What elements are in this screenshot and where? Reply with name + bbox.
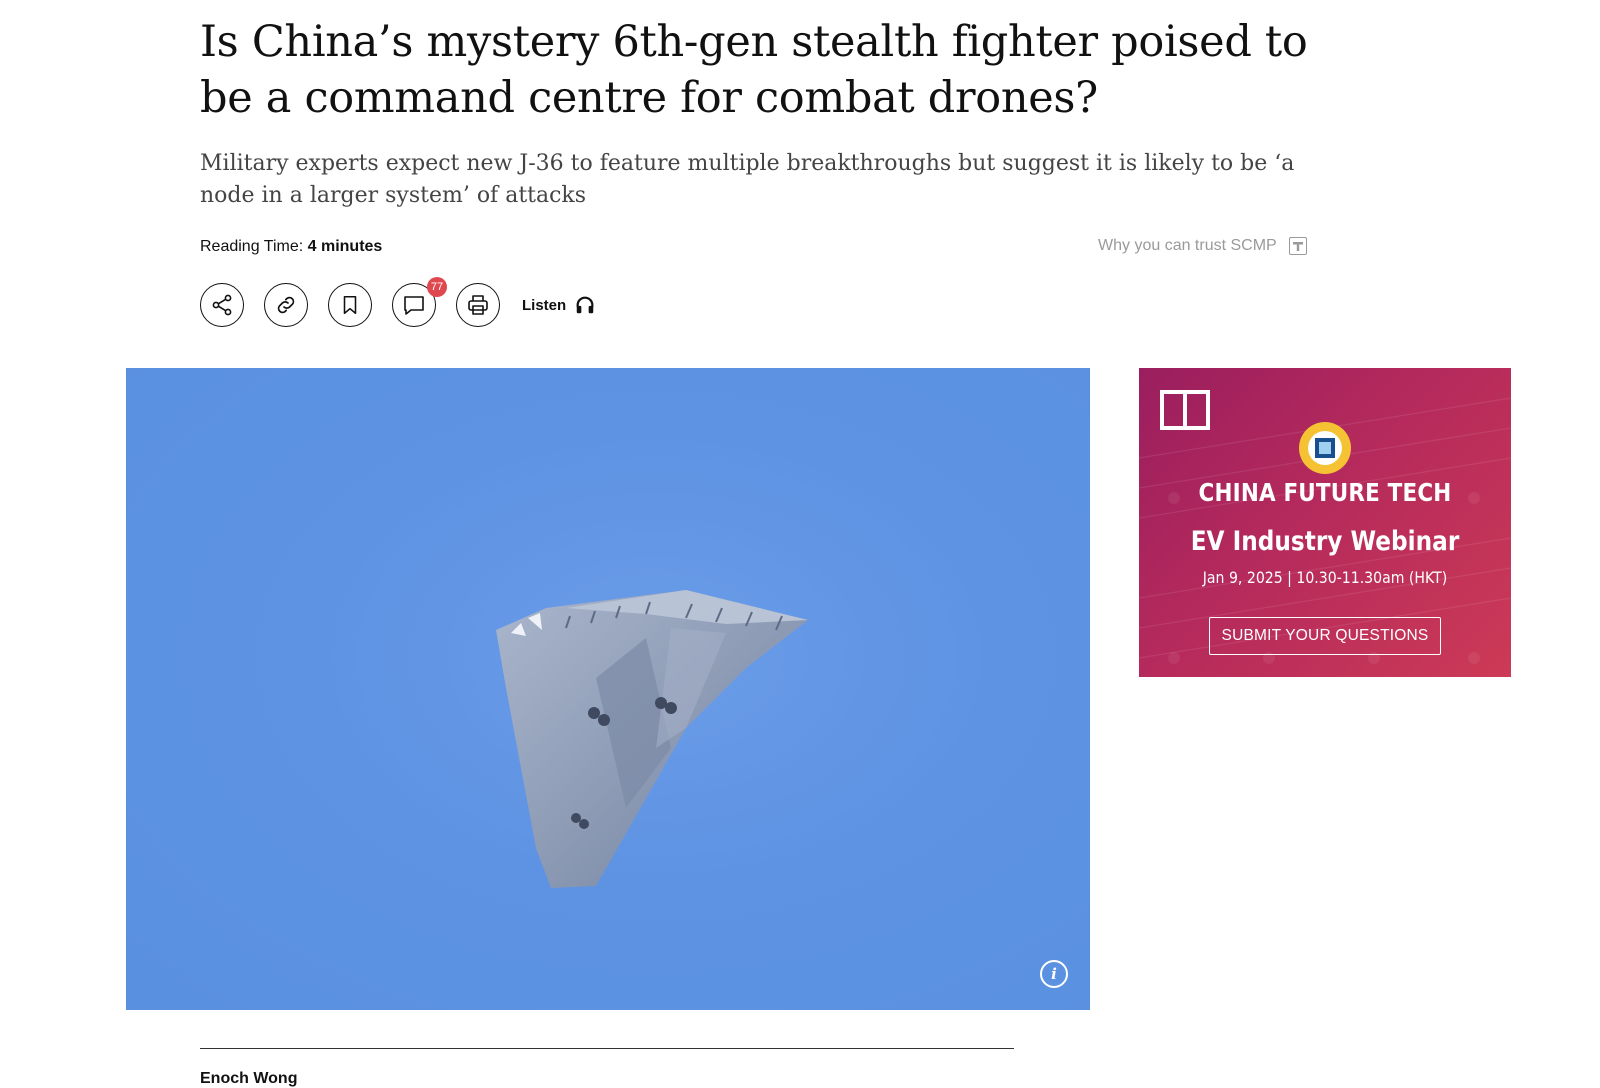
trust-scmp-link[interactable]: Why you can trust SCMP bbox=[1098, 237, 1307, 255]
link-icon bbox=[277, 296, 295, 314]
reading-time: Reading Time: 4 minutes bbox=[200, 238, 382, 256]
webinar-ad-banner[interactable]: CHINA FUTURE TECH EV Industry Webinar Ja… bbox=[1139, 368, 1511, 677]
article-subheadline: Military experts expect new J-36 to feat… bbox=[200, 151, 1295, 208]
ad-date: Jan 9, 2025 | 10.30-11.30am (HKT) bbox=[1202, 568, 1448, 587]
listen-label: Listen bbox=[522, 296, 567, 314]
image-info-button[interactable]: i bbox=[1040, 960, 1068, 988]
submit-questions-button[interactable]: SUBMIT YOUR QUESTIONS bbox=[1209, 617, 1441, 655]
hero-image: i bbox=[126, 368, 1090, 1010]
bookmark-button[interactable] bbox=[328, 283, 372, 327]
article-headline: Is China’s mystery 6th-gen stealth fight… bbox=[200, 17, 1308, 123]
headphones-icon bbox=[576, 296, 594, 314]
comment-icon bbox=[404, 296, 424, 315]
listen-button[interactable]: Listen bbox=[522, 294, 596, 316]
ad-title: CHINA FUTURE TECH bbox=[1198, 478, 1452, 507]
stealth-fighter-image bbox=[496, 590, 808, 888]
comment-count-badge: 77 bbox=[427, 277, 447, 297]
print-icon bbox=[468, 295, 488, 315]
article-toolbar: 77 Listen bbox=[200, 277, 596, 327]
future-tech-emblem-icon bbox=[1299, 422, 1351, 474]
ad-subtitle: EV Industry Webinar bbox=[1190, 526, 1460, 557]
trust-label: Why you can trust SCMP bbox=[1098, 237, 1277, 254]
print-button[interactable] bbox=[456, 283, 500, 327]
copy-link-button[interactable] bbox=[264, 283, 308, 327]
scmp-logo-icon bbox=[1160, 390, 1210, 430]
share-button[interactable] bbox=[200, 283, 244, 327]
bookmark-icon bbox=[343, 295, 357, 315]
reading-time-value: 4 minutes bbox=[307, 238, 383, 255]
author-name[interactable]: Enoch Wong bbox=[200, 1070, 297, 1088]
comments-button[interactable]: 77 bbox=[392, 277, 447, 327]
reading-time-label: Reading Time: bbox=[200, 238, 304, 255]
trust-icon bbox=[1288, 237, 1307, 255]
byline-divider bbox=[200, 1048, 1014, 1049]
share-icon bbox=[212, 294, 232, 316]
